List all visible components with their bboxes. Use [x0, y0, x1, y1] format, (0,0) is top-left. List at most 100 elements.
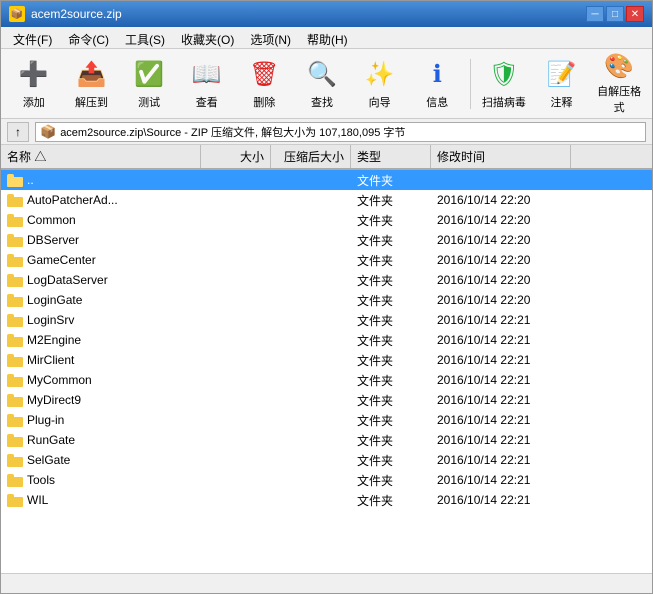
- cell-size: [201, 498, 271, 502]
- cell-name: M2Engine: [1, 331, 201, 349]
- test-icon: ✅: [131, 58, 167, 92]
- scan-label: 扫描病毒: [482, 94, 526, 110]
- cell-size: [201, 198, 271, 202]
- cell-type: 文件夹: [351, 310, 431, 331]
- sfx-label: 自解压格式: [595, 83, 643, 115]
- window-icon: 📦: [9, 6, 25, 22]
- cell-compressed: [271, 218, 351, 222]
- col-header-type[interactable]: 类型: [351, 145, 431, 168]
- file-name: M2Engine: [27, 333, 81, 347]
- toolbar-wizard-button[interactable]: ✨ 向导: [353, 55, 407, 113]
- cell-compressed: [271, 478, 351, 482]
- table-row[interactable]: MyDirect9 文件夹 2016/10/14 22:21: [1, 390, 652, 410]
- col-header-size[interactable]: 大小: [201, 145, 271, 168]
- table-row[interactable]: Tools 文件夹 2016/10/14 22:21: [1, 470, 652, 490]
- cell-size: [201, 278, 271, 282]
- cell-type: 文件夹: [351, 470, 431, 491]
- cell-compressed: [271, 298, 351, 302]
- maximize-button[interactable]: □: [606, 6, 624, 22]
- toolbar-find-button[interactable]: 🔍 查找: [295, 55, 349, 113]
- cell-modified: 2016/10/14 22:21: [431, 491, 571, 509]
- file-name: MyCommon: [27, 373, 92, 387]
- file-name: WIL: [27, 493, 48, 507]
- extract-label: 解压到: [75, 94, 108, 110]
- menu-item-帮助(H)[interactable]: 帮助(H): [299, 29, 356, 46]
- table-row[interactable]: DBServer 文件夹 2016/10/14 22:20: [1, 230, 652, 250]
- toolbar-add-button[interactable]: ➕ 添加: [7, 55, 61, 113]
- info-icon: ℹ: [419, 58, 455, 92]
- cell-type: 文件夹: [351, 170, 431, 191]
- table-row[interactable]: Common 文件夹 2016/10/14 22:20: [1, 210, 652, 230]
- cell-name: WIL: [1, 491, 201, 509]
- address-bar: ↑ 📦 acem2source.zip\Source - ZIP 压缩文件, 解…: [1, 119, 652, 145]
- add-icon: ➕: [16, 58, 52, 92]
- cell-name: MirClient: [1, 351, 201, 369]
- col-header-name[interactable]: 名称 △: [1, 145, 201, 168]
- table-row[interactable]: RunGate 文件夹 2016/10/14 22:21: [1, 430, 652, 450]
- nav-up-button[interactable]: ↑: [7, 122, 29, 142]
- cell-name: RunGate: [1, 431, 201, 449]
- toolbar-sfx-button[interactable]: 🎨 自解压格式: [592, 55, 646, 113]
- toolbar-delete-button[interactable]: 🗑 删除: [238, 55, 292, 113]
- toolbar-scan-button[interactable]: 🛡 扫描病毒: [477, 55, 531, 113]
- toolbar-info-button[interactable]: ℹ 信息: [410, 55, 464, 113]
- table-row[interactable]: SelGate 文件夹 2016/10/14 22:21: [1, 450, 652, 470]
- file-name: DBServer: [27, 233, 79, 247]
- toolbar-test-button[interactable]: ✅ 测试: [122, 55, 176, 113]
- cell-size: [201, 218, 271, 222]
- menu-item-收藏夹(O)[interactable]: 收藏夹(O): [173, 29, 242, 46]
- file-name: MirClient: [27, 353, 74, 367]
- cell-size: [201, 418, 271, 422]
- menu-item-命令(C)[interactable]: 命令(C): [60, 29, 117, 46]
- menu-item-选项(N)[interactable]: 选项(N): [242, 29, 299, 46]
- file-name: GameCenter: [27, 253, 96, 267]
- folder-icon: [7, 293, 23, 307]
- col-header-compressed[interactable]: 压缩后大小: [271, 145, 351, 168]
- menu-item-工具(S)[interactable]: 工具(S): [117, 29, 173, 46]
- toolbar-view-button[interactable]: 📖 查看: [180, 55, 234, 113]
- cell-compressed: [271, 278, 351, 282]
- address-field[interactable]: 📦 acem2source.zip\Source - ZIP 压缩文件, 解包大…: [35, 122, 646, 142]
- file-name: LogDataServer: [27, 273, 108, 287]
- table-row[interactable]: MirClient 文件夹 2016/10/14 22:21: [1, 350, 652, 370]
- minimize-button[interactable]: ─: [586, 6, 604, 22]
- folder-icon: [7, 213, 23, 227]
- cell-type: 文件夹: [351, 370, 431, 391]
- menu-item-文件(F)[interactable]: 文件(F): [5, 29, 60, 46]
- cell-name: MyDirect9: [1, 391, 201, 409]
- extract-icon: 📤: [73, 58, 109, 92]
- table-row[interactable]: LogDataServer 文件夹 2016/10/14 22:20: [1, 270, 652, 290]
- toolbar-comment-button[interactable]: 📝 注释: [535, 55, 589, 113]
- toolbar-extract-button[interactable]: 📤 解压到: [65, 55, 119, 113]
- table-row[interactable]: WIL 文件夹 2016/10/14 22:21: [1, 490, 652, 510]
- table-row[interactable]: .. 文件夹: [1, 170, 652, 190]
- cell-modified: 2016/10/14 22:20: [431, 271, 571, 289]
- close-button[interactable]: ✕: [626, 6, 644, 22]
- cell-size: [201, 178, 271, 182]
- cell-type: 文件夹: [351, 350, 431, 371]
- file-area: 名称 △ 大小 压缩后大小 类型 修改时间 .. 文件夹 AutoPatcher…: [1, 145, 652, 573]
- cell-compressed: [271, 418, 351, 422]
- cell-name: LoginGate: [1, 291, 201, 309]
- add-label: 添加: [23, 94, 45, 110]
- table-row[interactable]: AutoPatcherAd... 文件夹 2016/10/14 22:20: [1, 190, 652, 210]
- table-row[interactable]: LoginGate 文件夹 2016/10/14 22:20: [1, 290, 652, 310]
- file-name: SelGate: [27, 453, 70, 467]
- cell-type: 文件夹: [351, 210, 431, 231]
- folder-icon: [7, 353, 23, 367]
- cell-modified: 2016/10/14 22:21: [431, 351, 571, 369]
- cell-compressed: [271, 438, 351, 442]
- table-row[interactable]: GameCenter 文件夹 2016/10/14 22:20: [1, 250, 652, 270]
- folder-icon: [7, 373, 23, 387]
- cell-name: ..: [1, 171, 201, 189]
- cell-name: SelGate: [1, 451, 201, 469]
- sfx-icon: 🎨: [601, 52, 637, 81]
- table-row[interactable]: Plug-in 文件夹 2016/10/14 22:21: [1, 410, 652, 430]
- folder-icon: [7, 473, 23, 487]
- column-headers: 名称 △ 大小 压缩后大小 类型 修改时间: [1, 145, 652, 170]
- table-row[interactable]: MyCommon 文件夹 2016/10/14 22:21: [1, 370, 652, 390]
- table-row[interactable]: M2Engine 文件夹 2016/10/14 22:21: [1, 330, 652, 350]
- col-header-modified[interactable]: 修改时间: [431, 145, 571, 168]
- table-row[interactable]: LoginSrv 文件夹 2016/10/14 22:21: [1, 310, 652, 330]
- info-label: 信息: [426, 94, 448, 110]
